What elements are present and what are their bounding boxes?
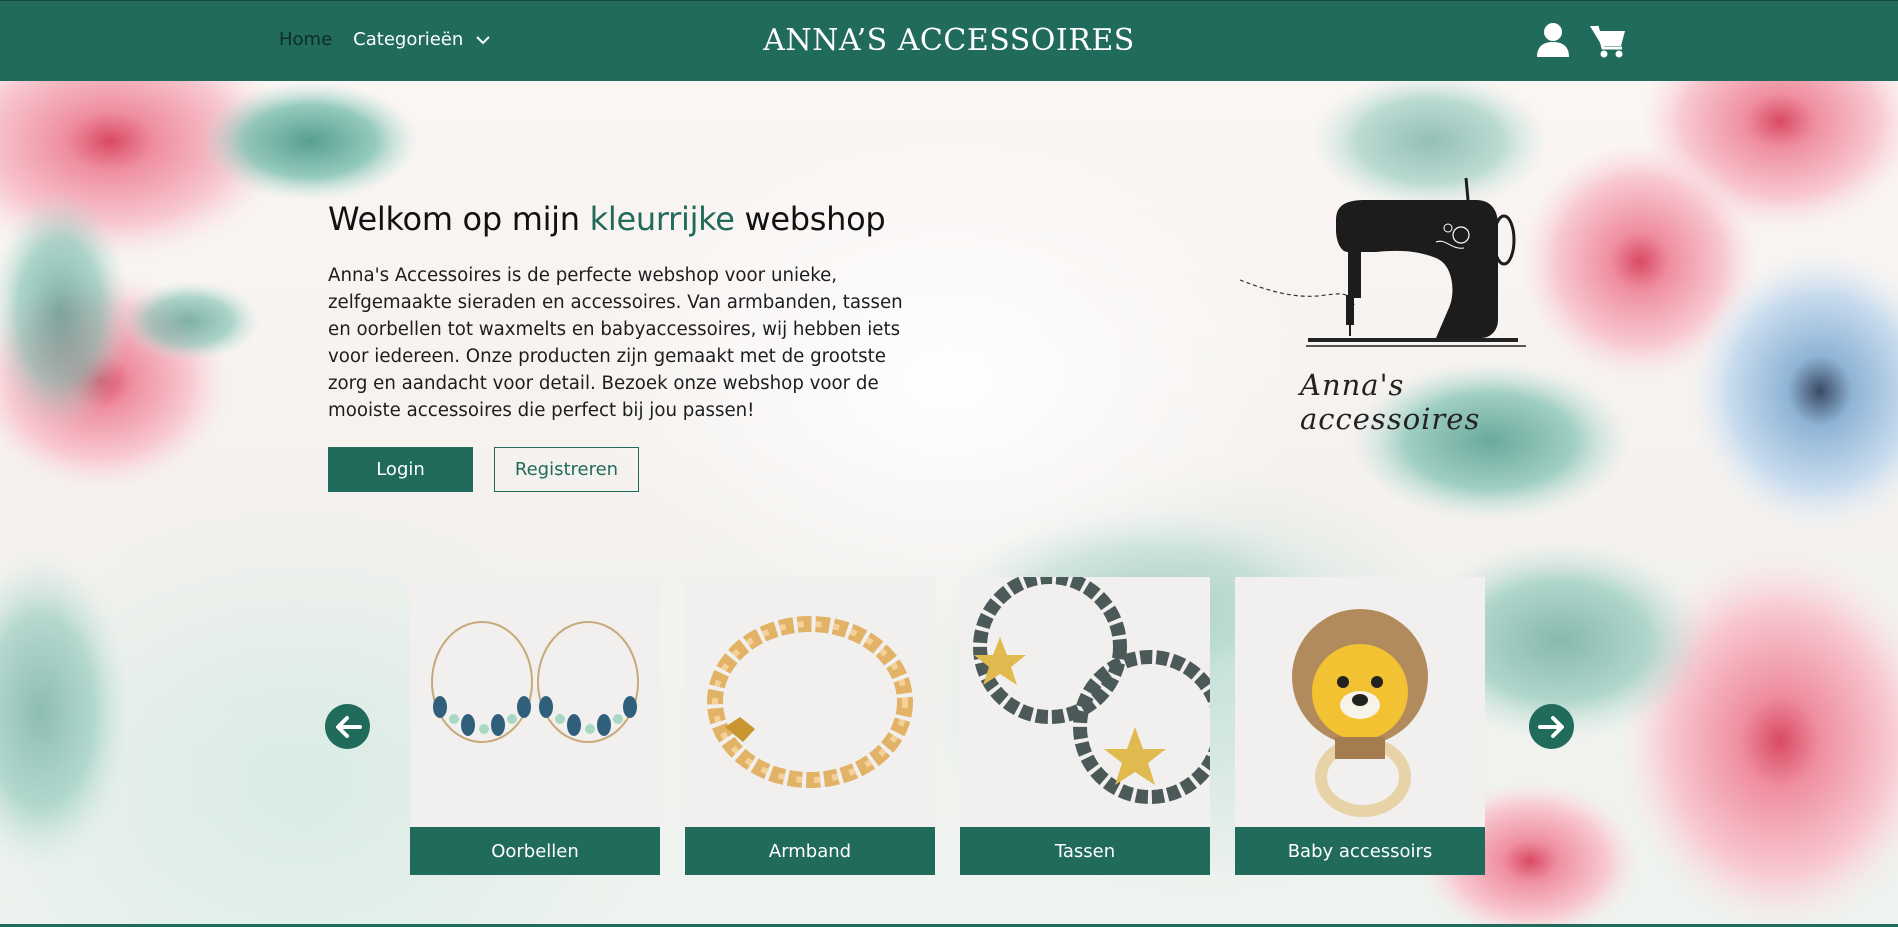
carousel-prev-button[interactable]	[325, 704, 370, 749]
category-card-tassen[interactable]: Tassen	[960, 577, 1210, 875]
carousel-next-button[interactable]	[1529, 704, 1574, 749]
logo-text: Anna's accessoires	[1300, 368, 1481, 436]
intro-block: Welkom op mijn kleurrijke webshop Anna's…	[328, 200, 918, 424]
hero-section: Welkom op mijn kleurrijke webshop Anna's…	[0, 81, 1898, 924]
login-button[interactable]: Login	[328, 447, 473, 492]
top-navigation-bar: Home Categorieën ANNA’S ACCESSOIRES	[0, 0, 1898, 81]
register-button[interactable]: Registreren	[494, 447, 639, 492]
category-card-baby-accessoirs[interactable]: Baby accessoirs	[1235, 577, 1485, 875]
category-carousel: Oorbellen Armband Tassen Baby accessoirs	[410, 577, 1485, 875]
page-heading: Welkom op mijn kleurrijke webshop	[328, 200, 918, 238]
auth-buttons: Login Registreren	[328, 447, 639, 492]
arrow-right-icon	[1537, 715, 1564, 738]
heading-accent: kleurrijke	[589, 200, 735, 238]
intro-paragraph: Anna's Accessoires is de perfecte websho…	[328, 265, 903, 421]
category-card-oorbellen[interactable]: Oorbellen	[410, 577, 660, 875]
arrow-left-icon	[335, 715, 362, 738]
category-card-armband[interactable]: Armband	[685, 577, 935, 875]
header-actions	[1533, 20, 1628, 60]
bag-charm-image	[960, 577, 1210, 827]
card-label: Armband	[685, 827, 935, 875]
shopping-cart-icon[interactable]	[1588, 20, 1628, 60]
card-label: Oorbellen	[410, 827, 660, 875]
earrings-image	[410, 577, 660, 827]
heading-prefix: Welkom op mijn	[328, 200, 590, 238]
card-label: Baby accessoirs	[1235, 827, 1485, 875]
baby-rattle-image	[1235, 577, 1485, 827]
bracelet-image	[685, 577, 935, 827]
user-icon[interactable]	[1533, 20, 1573, 60]
card-label: Tassen	[960, 827, 1210, 875]
heading-suffix: webshop	[734, 200, 886, 238]
